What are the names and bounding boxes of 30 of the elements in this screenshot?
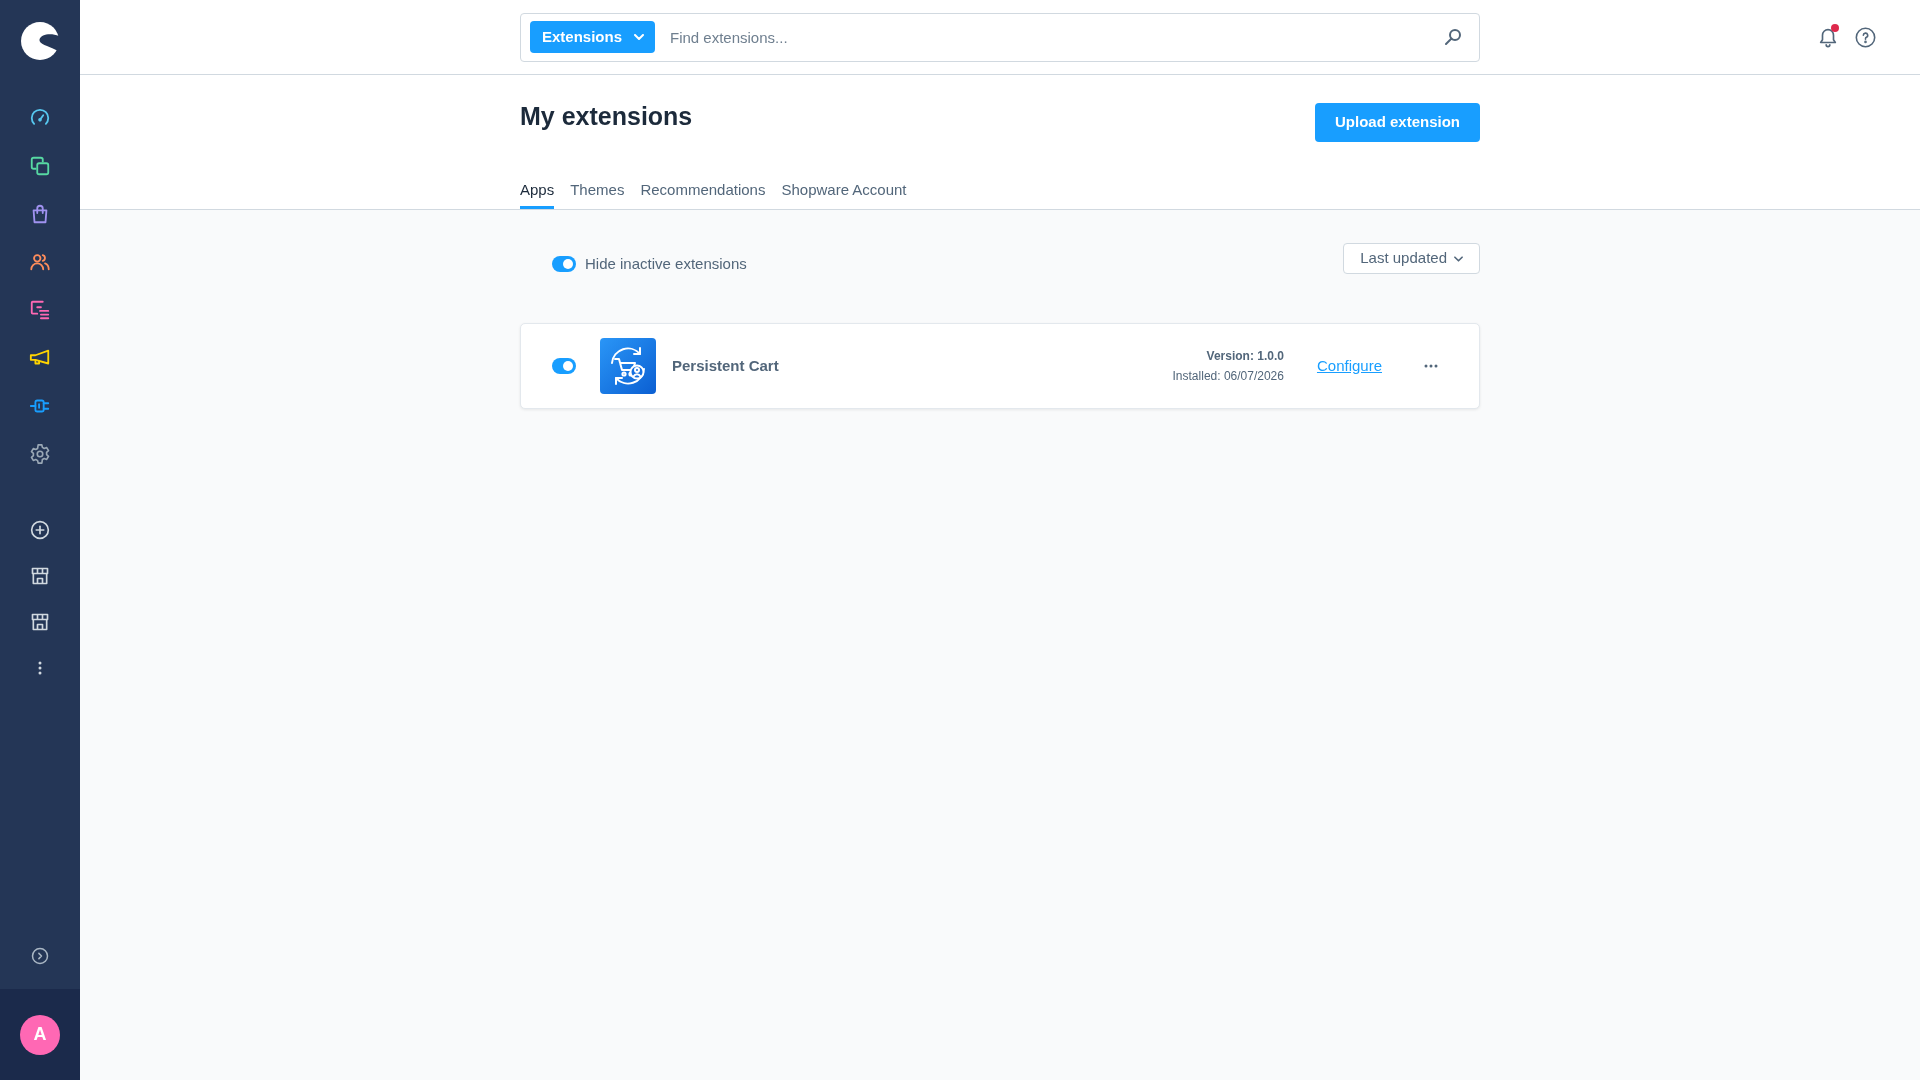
toggle-switch[interactable] (552, 358, 576, 374)
settings-icon[interactable] (29, 443, 51, 465)
toggle-label: Hide inactive extensions (585, 253, 747, 274)
search-icon[interactable] (1445, 29, 1461, 45)
store-icon[interactable] (30, 612, 50, 632)
search-input[interactable]: Find extensions... (670, 22, 1445, 52)
list-icon[interactable] (29, 299, 51, 321)
chevron-right-icon[interactable] (31, 947, 49, 965)
tab[interactable]: Themes (570, 180, 625, 209)
page-title: My extensions (520, 101, 693, 132)
users-icon[interactable] (29, 251, 51, 273)
bell-icon[interactable] (1817, 26, 1839, 48)
sort-dropdown[interactable]: Last updated (1343, 243, 1480, 274)
logo-icon[interactable] (21, 22, 59, 60)
tab[interactable]: Apps (520, 180, 555, 209)
tab[interactable]: Shopware Account (781, 180, 907, 209)
chevron-down-icon (1454, 255, 1463, 262)
version-text: Version: 1.0.0 (1206, 348, 1284, 364)
store-icon[interactable] (30, 566, 50, 586)
help-icon[interactable] (1855, 26, 1876, 48)
more-icon[interactable] (38, 661, 42, 675)
extension-name: Persistent Cart (672, 355, 779, 376)
plus-circle-icon[interactable] (30, 520, 50, 540)
chevron-down-icon (634, 34, 644, 40)
tab[interactable]: Recommendations (640, 180, 766, 209)
toggle-switch[interactable] (552, 256, 576, 272)
more-icon[interactable] (1424, 364, 1438, 368)
cart-icon (600, 338, 656, 394)
installed-date: Installed: 06/07/2026 (1172, 368, 1284, 384)
squares-icon[interactable] (29, 155, 51, 177)
